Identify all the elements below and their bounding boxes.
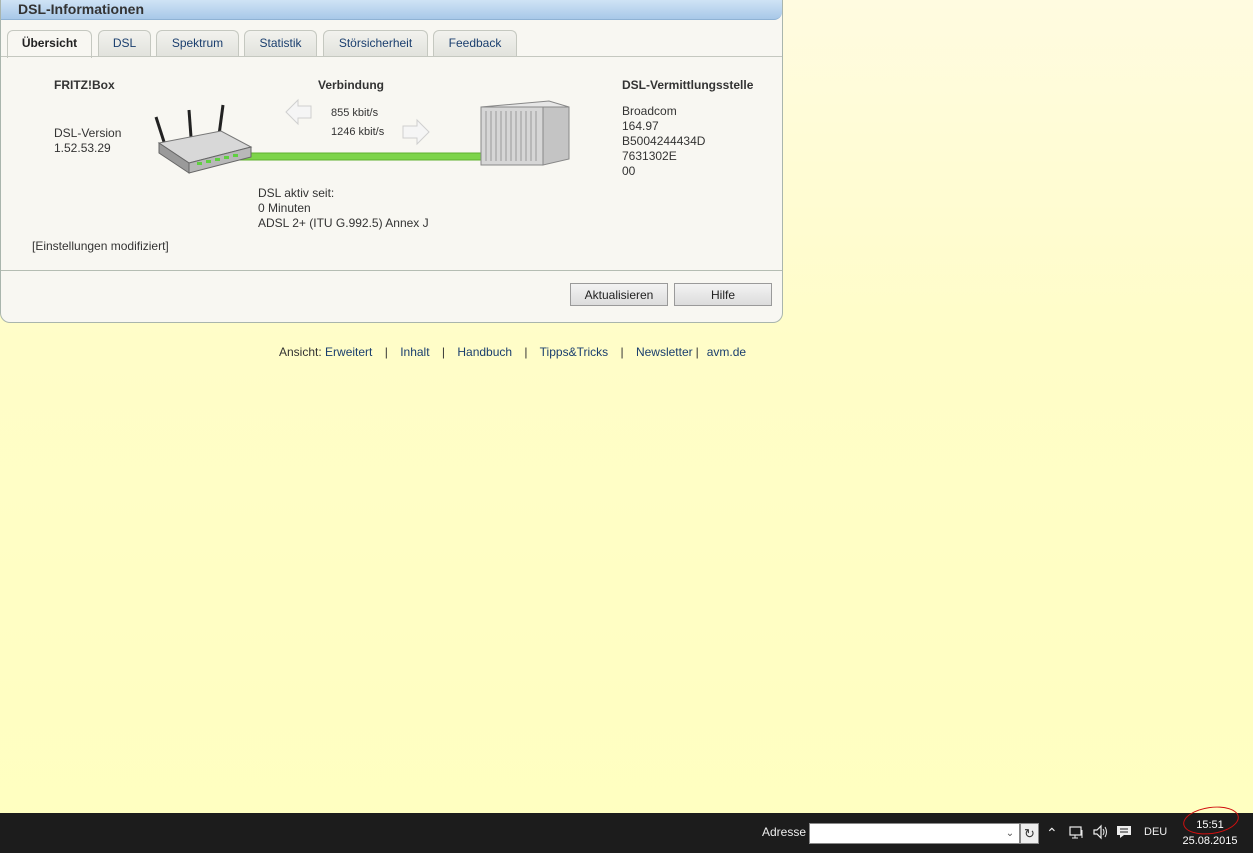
- exchange-line: 164.97: [622, 119, 659, 133]
- chevron-up-icon[interactable]: ⌃: [1046, 824, 1058, 842]
- exchange-rack-icon: [480, 100, 570, 166]
- exchange-line: 00: [622, 164, 636, 178]
- dsl-mode: ADSL 2+ (ITU G.992.5) Annex J: [258, 216, 429, 230]
- link-newsletter[interactable]: Newsletter: [636, 345, 693, 359]
- taskbar: Adresse ⌄ ↻ ⌃ DEU 15:51 25.08.2015: [0, 813, 1253, 853]
- panel-divider: [1, 270, 782, 271]
- router-icon: [154, 104, 253, 174]
- downstream-rate: 1246 kbit/s: [331, 126, 385, 138]
- speaker-icon[interactable]: [1092, 824, 1110, 844]
- dsl-active-since-label: DSL aktiv seit:: [258, 186, 335, 200]
- tab-spektrum[interactable]: Spektrum: [156, 30, 239, 57]
- connection-heading: Verbindung: [318, 78, 384, 92]
- downstream-arrow-icon: [402, 118, 430, 146]
- footer-links: Ansicht: Erweitert | Inhalt | Handbuch |…: [279, 345, 747, 359]
- exchange-line: B5004244434D: [622, 134, 706, 148]
- tab-statistik[interactable]: Statistik: [244, 30, 317, 57]
- dsl-active-since-value: 0 Minuten: [258, 201, 311, 215]
- settings-modified-note: [Einstellungen modifiziert]: [32, 239, 169, 253]
- dsl-version-value: 1.52.53.29: [54, 141, 111, 155]
- input-language[interactable]: DEU: [1144, 826, 1167, 838]
- exchange-heading: DSL-Vermittlungsstelle: [622, 78, 754, 92]
- tab-uebersicht[interactable]: Übersicht: [7, 30, 92, 58]
- panel-title: DSL-Informationen: [18, 1, 144, 17]
- tab-feedback[interactable]: Feedback: [433, 30, 517, 57]
- tab-underline: [1, 56, 782, 57]
- tab-dsl[interactable]: DSL: [98, 30, 151, 57]
- view-mode-link[interactable]: Erweitert: [325, 345, 372, 359]
- dsl-info-panel: DSL-Informationen Übersicht DSL Spektrum…: [0, 0, 783, 323]
- address-label: Adresse: [762, 825, 807, 839]
- refresh-button[interactable]: Aktualisieren: [570, 283, 668, 306]
- fritzbox-heading: FRITZ!Box: [54, 78, 115, 92]
- refresh-icon[interactable]: ↻: [1020, 823, 1039, 844]
- address-input[interactable]: [809, 823, 1020, 844]
- chevron-down-icon[interactable]: ⌄: [1000, 823, 1020, 844]
- upstream-arrow-icon: [285, 98, 312, 126]
- connection-line: [220, 152, 512, 161]
- exchange-line: 7631302E: [622, 149, 677, 163]
- link-tipps-tricks[interactable]: Tipps&Tricks: [540, 345, 608, 359]
- link-handbuch[interactable]: Handbuch: [457, 345, 512, 359]
- view-label: Ansicht:: [279, 345, 322, 359]
- exchange-line: Broadcom: [622, 104, 677, 118]
- link-avm[interactable]: avm.de: [707, 345, 746, 359]
- tab-stoersicherheit[interactable]: Störsicherheit: [323, 30, 428, 57]
- network-icon[interactable]: [1069, 824, 1085, 844]
- notification-icon[interactable]: [1116, 824, 1132, 844]
- clock-date: 25.08.2015: [1182, 835, 1238, 847]
- upstream-rate: 855 kbit/s: [331, 107, 379, 119]
- link-inhalt[interactable]: Inhalt: [400, 345, 429, 359]
- dsl-version-label: DSL-Version: [54, 126, 122, 140]
- help-button[interactable]: Hilfe: [674, 283, 772, 306]
